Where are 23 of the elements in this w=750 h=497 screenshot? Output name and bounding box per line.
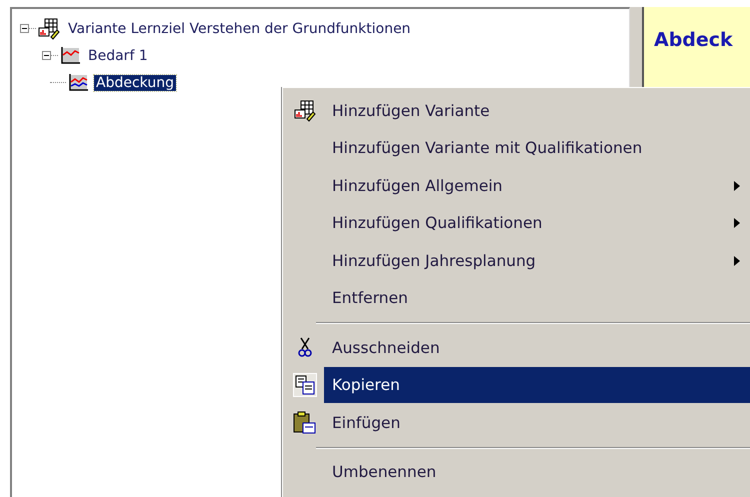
variant-icon (294, 100, 316, 122)
menu-item[interactable]: Kopieren (324, 367, 750, 404)
line-chart-icon (60, 46, 80, 64)
clipboard-icon (293, 410, 317, 435)
tree-item[interactable]: Variante Lernziel Verstehen der Grundfunktionen (66, 20, 413, 36)
menu-item[interactable]: Ausschneiden (324, 330, 750, 366)
menu-item[interactable]: Hinzufügen Variante (324, 92, 750, 129)
menu-item[interactable]: Hinzufügen Qualifikationen (324, 205, 750, 242)
copy-icon (294, 374, 316, 396)
menu-item[interactable]: Hinzufügen Allgemein (324, 168, 750, 204)
collapse-toggle[interactable] (42, 51, 51, 60)
menu-item[interactable]: Entfernen (324, 280, 750, 316)
tree-item[interactable]: Abdeckung (94, 74, 176, 90)
line-chart-icon (68, 74, 88, 92)
menu-item[interactable]: Hinzufügen Jahresplanung (324, 242, 750, 279)
tree-item[interactable]: Bedarf 1 (86, 48, 150, 64)
menu-item[interactable]: Umbenennen (324, 454, 750, 490)
scissors-icon (298, 336, 312, 359)
variant-icon (38, 18, 60, 40)
menu-item[interactable]: Hinzufügen Variante mit Qualifikationen (324, 130, 750, 166)
collapse-toggle[interactable] (20, 24, 29, 33)
menu-item[interactable]: Einfügen (324, 404, 750, 441)
detail-heading: Abdeck (654, 29, 733, 51)
